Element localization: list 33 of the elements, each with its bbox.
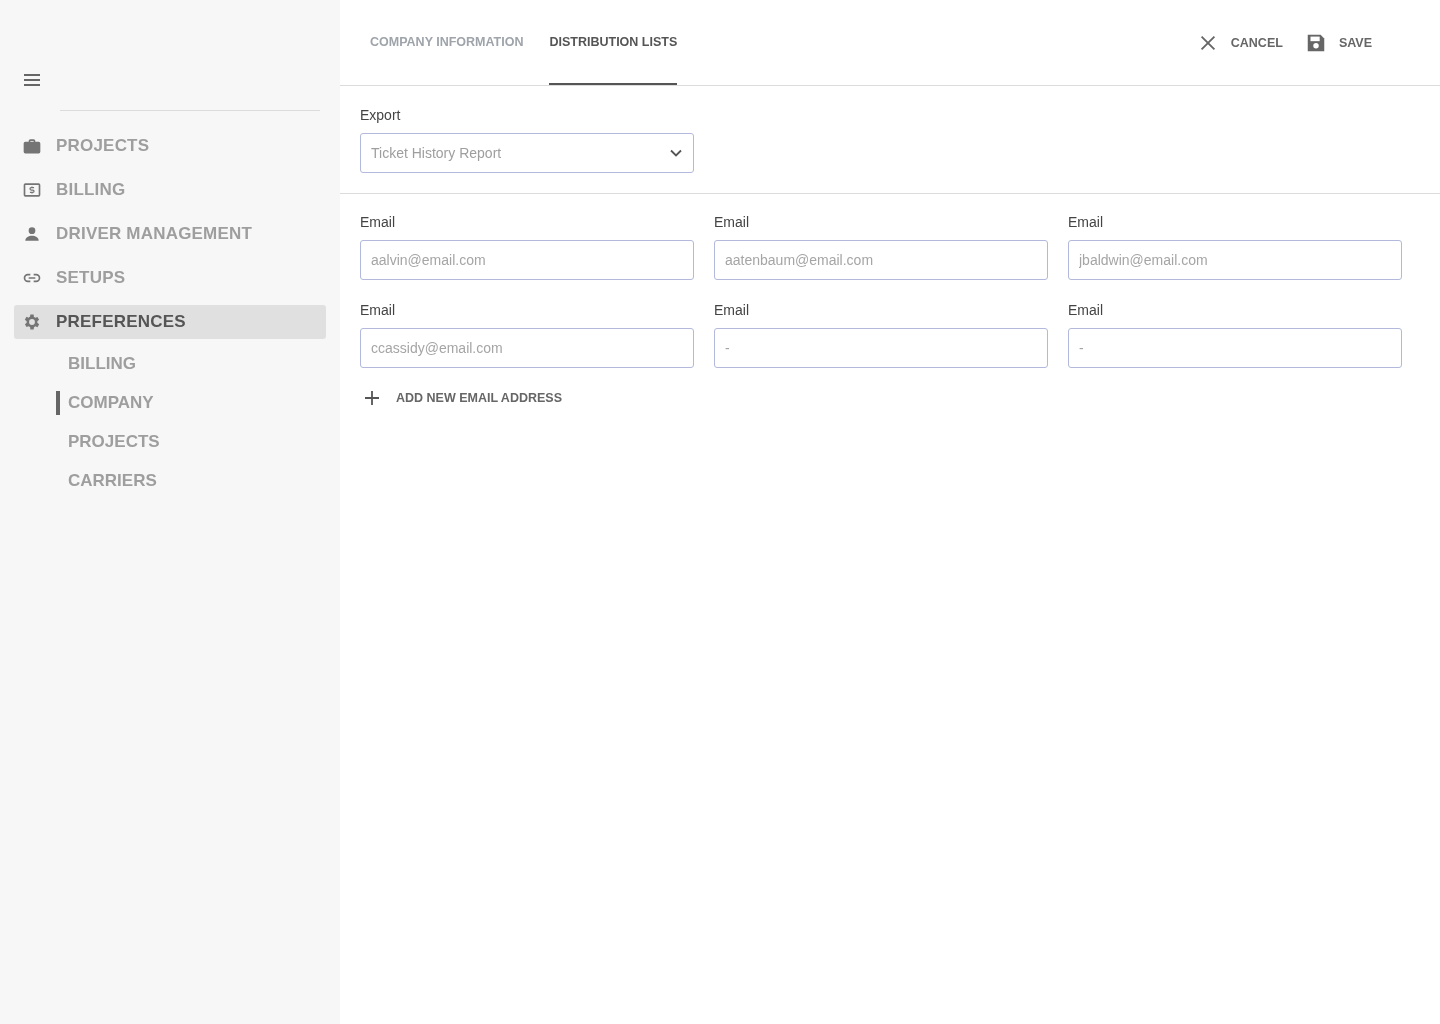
add-email-button[interactable]: ADD NEW EMAIL ADDRESS	[362, 388, 562, 408]
plus-icon	[362, 388, 382, 408]
sidebar-item[interactable]: PREFERENCES	[14, 305, 326, 339]
person-icon	[22, 224, 42, 244]
dollar-icon	[22, 180, 42, 200]
sidebar-item[interactable]: SETUPS	[14, 261, 326, 295]
field-label: Email	[360, 302, 395, 318]
email-input[interactable]: ccassidy@email.com	[360, 328, 694, 368]
email-input[interactable]: aatenbaum@email.com	[714, 240, 1048, 280]
email-input[interactable]: jbaldwin@email.com	[1068, 240, 1402, 280]
tab[interactable]: COMPANY INFORMATION	[370, 0, 524, 85]
cancel-button[interactable]: CANCEL	[1196, 0, 1283, 85]
email-input[interactable]: -	[1068, 328, 1402, 368]
briefcase-icon	[22, 136, 42, 156]
field-label: Export	[360, 107, 401, 123]
sidebar-subitem[interactable]: CARRIERS	[56, 466, 326, 495]
sidebar-item[interactable]: DRIVER MANAGEMENT	[14, 217, 326, 251]
field-label: Email	[714, 302, 749, 318]
email-input[interactable]: aalvin@email.com	[360, 240, 694, 280]
field-label: Email	[714, 214, 749, 230]
field-label: Email	[1068, 214, 1103, 230]
sidebar-subitem[interactable]: BILLING	[56, 349, 326, 378]
save-button[interactable]: SAVE	[1304, 0, 1372, 85]
sidebar-subitem[interactable]: COMPANY	[56, 388, 326, 417]
gear-icon	[22, 312, 42, 332]
sidebar-item[interactable]: BILLING	[14, 173, 326, 207]
email-input[interactable]: -	[714, 328, 1048, 368]
field-label: Email	[360, 214, 395, 230]
export-dropdown[interactable]: Ticket History Report	[360, 133, 694, 173]
field-label: Email	[1068, 302, 1103, 318]
sidebar-subitem[interactable]: PROJECTS	[56, 427, 326, 456]
sidebar-item[interactable]: PROJECTS	[14, 129, 326, 163]
tab[interactable]: DISTRIBUTION LISTS	[549, 0, 678, 85]
